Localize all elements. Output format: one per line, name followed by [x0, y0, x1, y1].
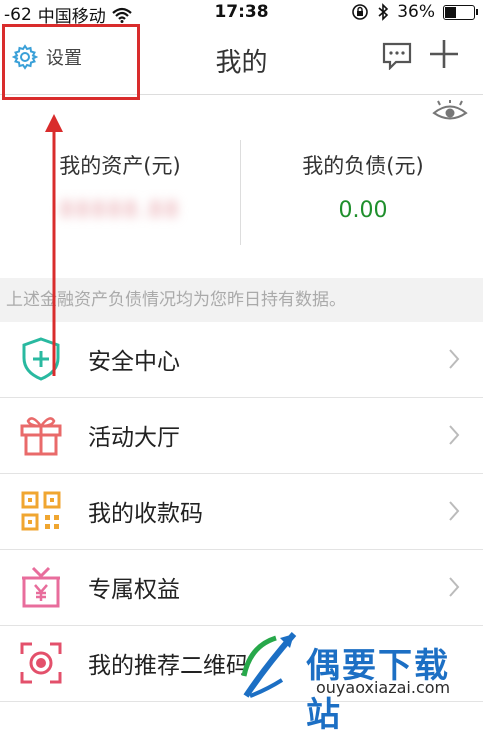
menu-item-label: 专属权益 — [88, 577, 180, 603]
assets-label: 我的资产(元) — [59, 154, 181, 178]
liabilities-value: 0.00 — [338, 198, 388, 223]
status-bar: -62 中国移动 17:38 36% — [0, 0, 483, 27]
chevron-right-icon — [449, 425, 460, 445]
message-icon[interactable] — [382, 42, 412, 70]
menu-item-activity-hall[interactable]: 活动大厅 — [0, 398, 483, 474]
menu-item-security-center[interactable]: 安全中心 — [0, 322, 483, 398]
qr-code-icon — [21, 491, 61, 531]
data-notice: 上述金融资产负债情况均为您昨日持有数据。 — [0, 278, 483, 322]
settings-highlight-box — [2, 24, 140, 100]
chevron-right-icon — [449, 349, 460, 369]
assets-value-hidden: 88888.88 — [59, 198, 181, 223]
menu-item-label: 我的推荐二维码 — [88, 653, 249, 679]
watermark: 偶要下载站 ouyaoxiazai.com — [236, 626, 483, 735]
orientation-lock-icon — [352, 4, 369, 20]
asset-divider — [240, 140, 241, 245]
asset-summary: 我的资产(元) 88888.88 我的负债(元) 0.00 — [0, 120, 483, 260]
liabilities-label: 我的负债(元) — [302, 154, 424, 178]
plus-icon[interactable] — [428, 38, 460, 70]
watermark-url: ouyaoxiazai.com — [316, 678, 451, 697]
menu-item-label: 我的收款码 — [88, 501, 203, 527]
menu-item-label: 活动大厅 — [88, 425, 180, 451]
bluetooth-icon — [378, 3, 389, 21]
menu-item-exclusive-benefits[interactable]: 专属权益 — [0, 550, 483, 626]
battery-percent: 36% — [397, 2, 435, 22]
watermark-logo-icon — [241, 632, 297, 698]
liabilities-column[interactable]: 我的负债(元) 0.00 — [243, 150, 483, 223]
yen-box-icon — [22, 566, 60, 608]
status-right: 36% — [351, 2, 478, 22]
gift-icon — [20, 417, 62, 456]
chevron-right-icon — [449, 577, 460, 597]
scan-icon — [20, 642, 62, 684]
menu-item-label: 安全中心 — [88, 349, 180, 375]
chevron-right-icon — [449, 501, 460, 521]
menu-item-payment-code[interactable]: 我的收款码 — [0, 474, 483, 550]
battery-icon — [443, 4, 478, 20]
annotation-arrow — [45, 114, 63, 376]
assets-column[interactable]: 我的资产(元) 88888.88 — [0, 150, 240, 223]
